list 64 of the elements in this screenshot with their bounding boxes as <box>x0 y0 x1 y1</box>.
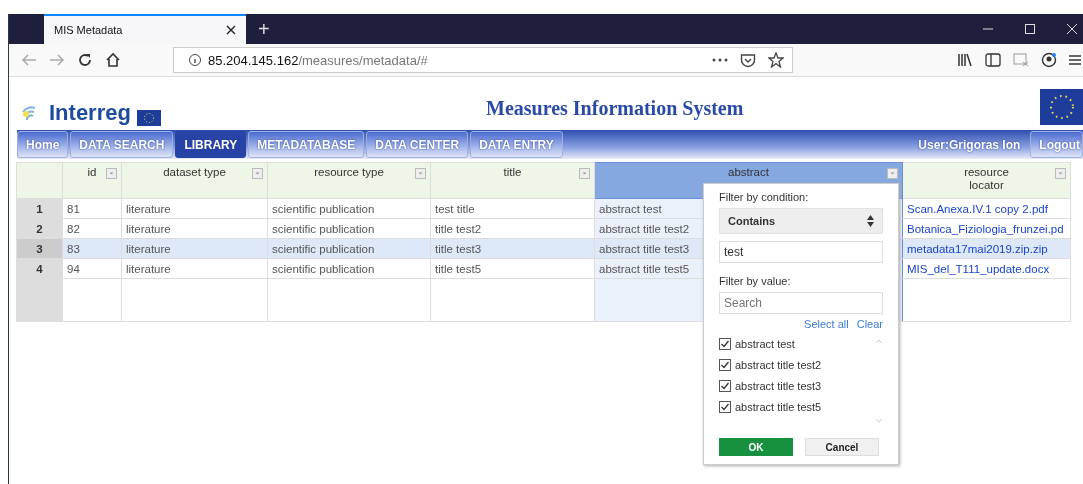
url-host: 85.204.145.162 <box>208 52 299 68</box>
scrollbar[interactable] <box>875 338 883 424</box>
more-icon[interactable] <box>712 58 728 62</box>
value-option[interactable]: abstract test <box>719 338 875 350</box>
row-number[interactable]: 3 <box>16 238 63 259</box>
checkbox[interactable] <box>719 338 731 350</box>
condition-select[interactable]: Contains <box>719 208 883 234</box>
search-field[interactable]: Search <box>719 292 883 314</box>
close-icon[interactable] <box>226 25 236 35</box>
row-number[interactable]: 1 <box>16 198 63 219</box>
checkbox[interactable] <box>719 359 731 371</box>
table-cell: scientific publication <box>267 258 431 279</box>
address-bar[interactable]: 85.204.145.162/measures/metadata/# <box>173 47 793 73</box>
column-header[interactable]: id <box>62 162 122 199</box>
table-cell: 94 <box>62 258 122 279</box>
flag-icon <box>136 110 161 126</box>
table-cell: title test5 <box>430 258 595 279</box>
column-header[interactable]: resource type <box>267 162 431 199</box>
select-all-link[interactable]: Select all <box>804 318 849 330</box>
row-number[interactable]: 4 <box>16 258 63 279</box>
table-cell: literature <box>121 198 268 219</box>
row-number[interactable]: 2 <box>16 218 63 239</box>
pocket-icon[interactable] <box>740 52 756 68</box>
library-icon[interactable] <box>957 53 973 67</box>
column-header[interactable]: resource locator <box>902 162 1071 199</box>
account-icon[interactable] <box>1041 52 1057 68</box>
checkbox[interactable] <box>719 401 731 413</box>
flag-icon <box>1040 89 1083 125</box>
file-link[interactable]: Scan.Anexa.IV.1 copy 2.pdf <box>902 198 1071 219</box>
reload-icon[interactable] <box>77 52 93 68</box>
sort-icon <box>867 215 874 227</box>
cancel-button[interactable]: Cancel <box>805 438 879 456</box>
file-link[interactable]: MIS_del_T111_update.docx <box>902 258 1071 279</box>
table-cell: test title <box>430 198 595 219</box>
star-icon[interactable] <box>768 52 784 68</box>
table-cell: 82 <box>62 218 122 239</box>
table-cell: title test2 <box>430 218 595 239</box>
site-title: Measures Information System <box>486 97 744 120</box>
value-option[interactable]: abstract title test2 <box>719 359 875 371</box>
column-header[interactable]: dataset type <box>121 162 268 199</box>
table-cell: scientific publication <box>267 218 431 239</box>
file-link[interactable]: Botanica_Fiziologia_frunzei.pd <box>902 218 1071 239</box>
menu-icon[interactable] <box>1069 54 1081 66</box>
table-cell: literature <box>121 258 268 279</box>
sidebar-icon[interactable] <box>985 53 1001 67</box>
table-cell: scientific publication <box>267 198 431 219</box>
maximize-icon[interactable] <box>1024 23 1036 35</box>
condition-value-field[interactable]: test <box>719 241 883 263</box>
browser-tab[interactable]: MIS Metadata <box>44 14 246 44</box>
clear-link[interactable]: Clear <box>856 318 883 330</box>
value-option[interactable]: abstract title test5 <box>719 401 875 413</box>
checkbox[interactable] <box>719 380 731 392</box>
ok-button[interactable]: OK <box>719 438 793 456</box>
info-icon[interactable] <box>188 53 202 67</box>
new-tab-button[interactable]: + <box>250 17 278 41</box>
table-cell: literature <box>121 218 268 239</box>
url-path: /measures/metadata/# <box>298 52 428 68</box>
user-name: User:Grigoras Ion <box>918 137 1021 152</box>
table-cell: 81 <box>62 198 122 219</box>
value-option[interactable]: abstract title test3 <box>719 380 875 392</box>
nav-tab[interactable]: LIBRARY <box>175 131 247 158</box>
logo-text: Interreg <box>49 100 131 126</box>
home-icon[interactable] <box>105 52 121 68</box>
column-header[interactable]: title <box>430 162 595 199</box>
